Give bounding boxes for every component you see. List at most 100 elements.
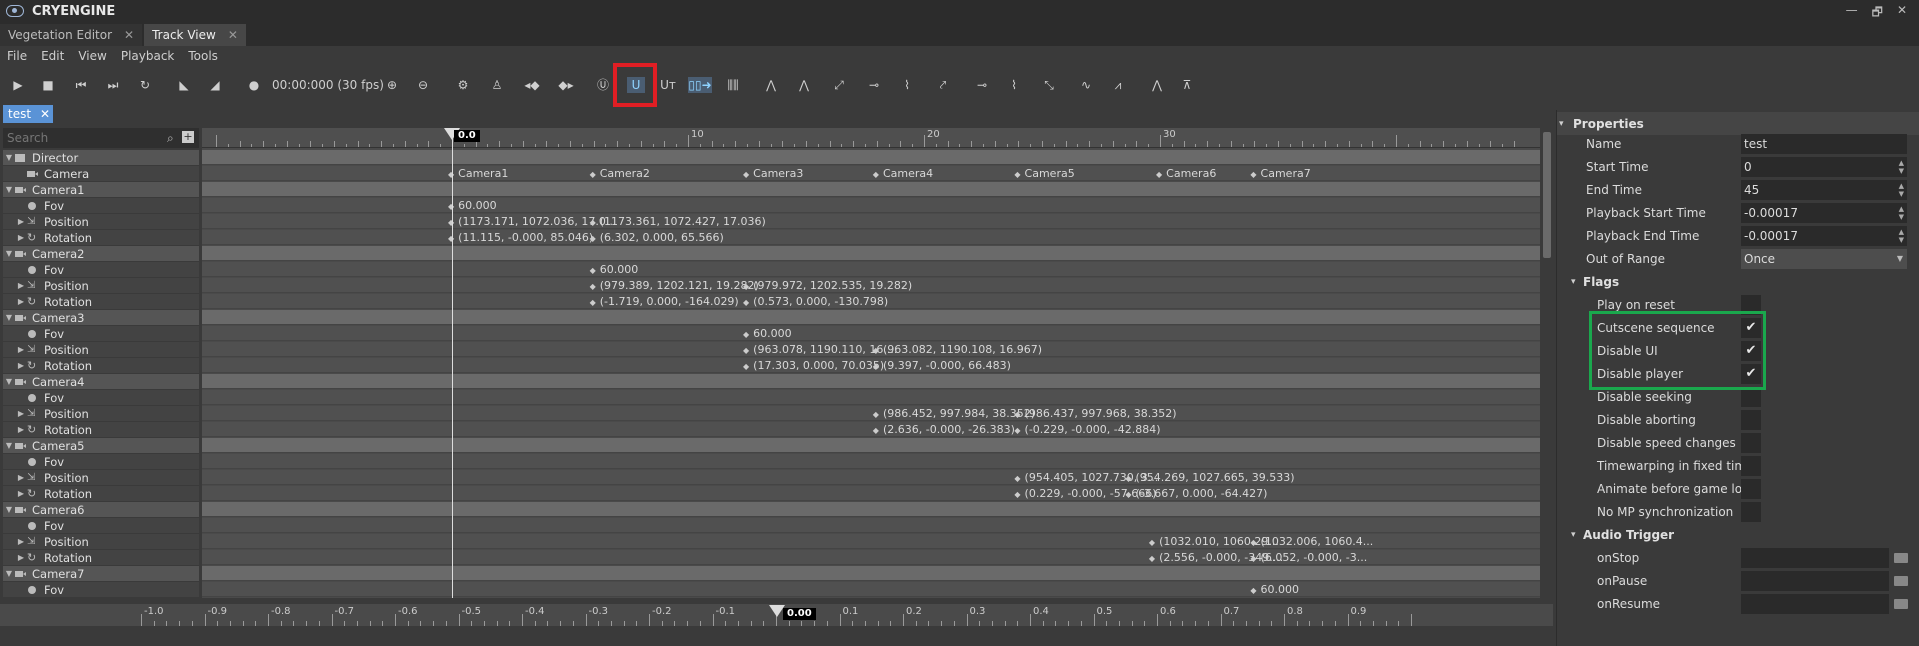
- out-tangent-step-icon[interactable]: ⌇: [1004, 77, 1024, 93]
- tree-group-row[interactable]: ▼ Camera4: [3, 374, 199, 389]
- expand-arrow-icon[interactable]: ▶: [15, 361, 27, 370]
- tree-track-row[interactable]: ▶ ↻ Rotation: [3, 294, 199, 309]
- keyframe-key[interactable]: (6.052, -0.000, -3...: [1250, 550, 1368, 565]
- collapse-arrow-icon[interactable]: ▼: [3, 249, 15, 258]
- tree-group-row[interactable]: ▼ Camera1: [3, 182, 199, 197]
- menu-playback[interactable]: Playback: [114, 49, 182, 63]
- keyframe-key[interactable]: Camera7: [1250, 166, 1311, 181]
- audio-trigger-input[interactable]: [1741, 593, 1889, 614]
- keyframe-key[interactable]: (2.636, -0.000, -26.383): [873, 422, 1015, 437]
- tree-track-row[interactable]: Fov: [3, 582, 199, 597]
- collapse-arrow-icon[interactable]: ▼: [3, 313, 15, 322]
- fit-keys-icon[interactable]: ⩘: [1108, 77, 1128, 93]
- tangent-step-icon[interactable]: ⤢: [828, 77, 850, 93]
- add-entity-icon[interactable]: ♙: [488, 77, 506, 93]
- previous-key-icon[interactable]: ◣: [178, 77, 190, 93]
- expand-arrow-icon[interactable]: ▶: [15, 489, 27, 498]
- tree-group-row[interactable]: ▼ Camera6: [3, 502, 199, 517]
- keyframe-key[interactable]: 60.000: [743, 326, 792, 341]
- tree-track-row[interactable]: Fov: [3, 326, 199, 341]
- zoom-in-icon[interactable]: ⊕: [383, 77, 401, 93]
- tangent-zero-icon[interactable]: ⋀: [794, 77, 814, 93]
- keyframe-key[interactable]: (-0.229, -0.000, -42.884): [1014, 422, 1161, 437]
- timeline-lane[interactable]: [202, 566, 1540, 581]
- tree-track-row[interactable]: Fov: [3, 518, 199, 533]
- collapse-arrow-icon[interactable]: ▼: [3, 185, 15, 194]
- tree-track-row[interactable]: ▶ ⇲ Position: [3, 406, 199, 421]
- keyframe-key[interactable]: (979.389, 1202.121, 19.282): [590, 278, 759, 293]
- menu-edit[interactable]: Edit: [34, 49, 71, 63]
- tangent-custom-icon[interactable]: ⤤: [932, 77, 954, 93]
- next-key-icon[interactable]: ◢: [209, 77, 221, 93]
- keyframe-key[interactable]: (954.269, 1027.665, 39.533): [1125, 470, 1294, 485]
- timeline-lane[interactable]: [202, 470, 1540, 485]
- close-sequence-icon[interactable]: ✕: [40, 107, 50, 121]
- tree-track-row[interactable]: ▶ ↻ Rotation: [3, 230, 199, 245]
- collapse-arrow-icon[interactable]: ▼: [3, 153, 15, 162]
- tab-vegetation-editor[interactable]: Vegetation Editor ✕: [0, 24, 143, 46]
- minimize-button[interactable]: —: [1846, 3, 1858, 24]
- scrollbar-thumb[interactable]: [1543, 132, 1551, 258]
- timeline-lane[interactable]: [202, 582, 1540, 597]
- collapse-arrow-icon[interactable]: ▼: [3, 505, 15, 514]
- tree-group-row[interactable]: ▼ Camera3: [3, 310, 199, 325]
- break-tangents-icon[interactable]: ⋀: [1146, 77, 1168, 93]
- keyframe-key[interactable]: Camera4: [873, 166, 933, 181]
- tangent-auto-icon[interactable]: ⋀: [761, 77, 781, 93]
- tree-track-row[interactable]: ▶ ↻ Rotation: [3, 422, 199, 437]
- timeline-lane[interactable]: [202, 390, 1540, 405]
- tree-track-row[interactable]: ▶ ↻ Rotation: [3, 358, 199, 373]
- playhead[interactable]: [452, 128, 453, 598]
- close-tab-icon[interactable]: ✕: [124, 28, 134, 42]
- keyframe-key[interactable]: (-1.719, 0.000, -164.029): [590, 294, 739, 309]
- keyframe-key[interactable]: (986.452, 997.984, 38.352): [873, 406, 1035, 421]
- expand-arrow-icon[interactable]: ▶: [15, 537, 27, 546]
- expand-arrow-icon[interactable]: ▶: [15, 233, 27, 242]
- collapse-arrow-icon[interactable]: ▼: [3, 377, 15, 386]
- timeline-lane[interactable]: [202, 182, 1540, 197]
- spinner-arrows-icon[interactable]: ▲ ▼: [1899, 228, 1904, 244]
- chevron-down-icon[interactable]: ▼: [1897, 249, 1903, 269]
- keyframe-key[interactable]: Camera2: [590, 166, 650, 181]
- keyframe-key[interactable]: Camera5: [1014, 166, 1075, 181]
- timeline-lane[interactable]: [202, 486, 1540, 501]
- tree-track-row[interactable]: ▶ ↻ Rotation: [3, 486, 199, 501]
- collapse-arrow-icon[interactable]: ▾: [1571, 530, 1576, 540]
- close-tab-icon[interactable]: ✕: [228, 28, 238, 42]
- play-icon[interactable]: ▶: [12, 77, 24, 93]
- spinner-arrows-icon[interactable]: ▲ ▼: [1899, 182, 1904, 198]
- gear-icon[interactable]: ⚙: [454, 77, 472, 93]
- expand-arrow-icon[interactable]: ▶: [15, 409, 27, 418]
- keyframe-key[interactable]: 60.000: [590, 262, 639, 277]
- timeline-lane[interactable]: [202, 406, 1540, 421]
- fit-curves-icon[interactable]: ∿: [1076, 77, 1096, 93]
- timeline-lane[interactable]: [202, 150, 1540, 165]
- keyframe-key[interactable]: (963.082, 1190.108, 16.967): [873, 342, 1042, 357]
- tree-track-row[interactable]: ▶ ⇲ Position: [3, 470, 199, 485]
- expand-arrow-icon[interactable]: ▶: [15, 281, 27, 290]
- keyframe-key[interactable]: 60.000: [448, 198, 497, 213]
- key-left-icon[interactable]: ◂◆: [522, 77, 542, 93]
- menu-view[interactable]: View: [71, 49, 113, 63]
- keyframe-key[interactable]: Camera3: [743, 166, 803, 181]
- loop-icon[interactable]: ↻: [136, 77, 154, 93]
- tree-track-row[interactable]: ▶ ⇲ Position: [3, 278, 199, 293]
- collapse-arrow-icon[interactable]: ▾: [1571, 277, 1576, 287]
- expand-arrow-icon[interactable]: ▶: [15, 297, 27, 306]
- timeline-lane[interactable]: [202, 214, 1540, 229]
- keyframe-key[interactable]: Camera1: [448, 166, 508, 181]
- audio-trigger-input[interactable]: [1741, 547, 1889, 568]
- flag-checkbox[interactable]: [1741, 478, 1761, 499]
- flag-checkbox[interactable]: [1741, 501, 1761, 522]
- timeline-lane[interactable]: [202, 230, 1540, 245]
- search-input[interactable]: [7, 131, 167, 145]
- timeline-lane[interactable]: [202, 262, 1540, 277]
- out-tangent-icon[interactable]: ⊸: [972, 77, 992, 93]
- property-input[interactable]: 0 ▲ ▼: [1741, 156, 1907, 177]
- folder-icon[interactable]: [1894, 552, 1908, 563]
- collapse-arrow-icon[interactable]: ▼: [3, 441, 15, 450]
- timeline-lane[interactable]: [202, 374, 1540, 389]
- unify-tangents-icon[interactable]: ⊼: [1176, 77, 1198, 93]
- tree-group-row[interactable]: ▼ Director: [3, 150, 199, 165]
- timeline-lane[interactable]: [202, 246, 1540, 261]
